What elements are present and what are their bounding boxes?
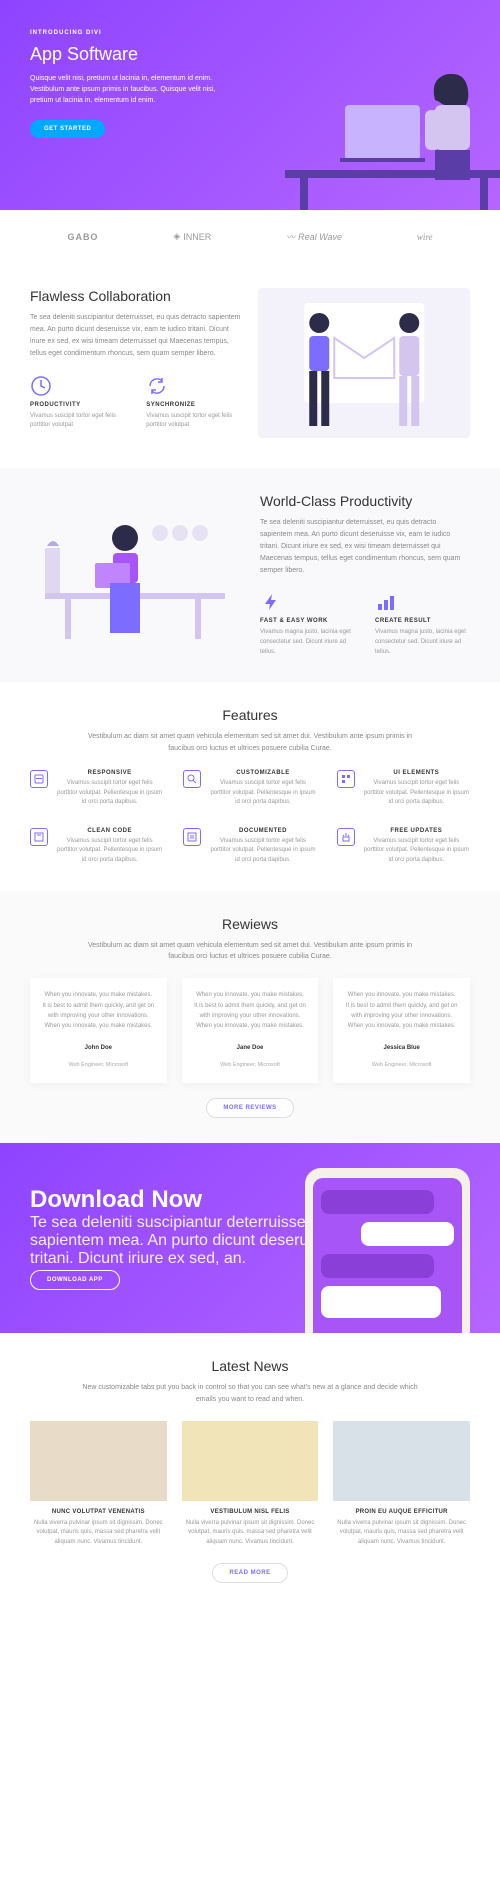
logos-row: GABO ◈ INNER 〰 Real Wave wire xyxy=(0,210,500,263)
chat-bubble xyxy=(321,1254,434,1278)
logo-realwave: 〰 Real Wave xyxy=(286,230,342,243)
review-name: John Doe xyxy=(42,1045,155,1051)
features-desc: Vestibulum ac diam sit amet quam vehicul… xyxy=(80,731,420,755)
feature-item: DOCUMENTED Vivamus suscipit tortor eget f… xyxy=(183,828,316,866)
news-item-body: Nulla viverra pulvinar ipsum sit digniss… xyxy=(182,1519,319,1548)
more-reviews-button[interactable]: MORE REVIEWS xyxy=(206,1098,293,1118)
reviews-section: Rewiews Vestibulum ac diam sit amet quam… xyxy=(0,891,500,1144)
logo-gabo: GABO xyxy=(67,232,98,242)
news-image xyxy=(333,1421,470,1501)
news-item-body: Nulla viverra pulvinar ipsum sit digniss… xyxy=(333,1519,470,1548)
feature-item: CUSTOMIZABLE Vivamus suscipit tortor eget… xyxy=(183,770,316,808)
feature-body: Vivamus suscipit tortor eget felis portt… xyxy=(363,837,470,866)
get-started-button[interactable]: GET STARTED xyxy=(30,120,105,138)
review-card: When you innovate, you make mistakes. It… xyxy=(333,978,470,1083)
feature-item: FREE UPDATES Vivamus suscipit tortor eget… xyxy=(337,828,470,866)
feature-body: Vivamus suscipit tortor eget felis portt… xyxy=(363,779,470,808)
news-item-title: VESTIBULUM NISL FELIS xyxy=(182,1509,319,1515)
feature-item: UI ELEMENTS Vivamus suscipit tortor eget … xyxy=(337,770,470,808)
reviews-desc: Vestibulum ac diam sit amet quam vehicul… xyxy=(80,940,420,964)
features-title: Features xyxy=(30,707,470,723)
chat-bubble xyxy=(321,1286,441,1318)
feature-icon xyxy=(30,828,48,846)
review-role: Web Engineer, Microsoft xyxy=(372,1062,432,1068)
collab-feature-productivity: PRODUCTIVITY Vivamus suscipit tortor ege… xyxy=(30,375,126,431)
news-card[interactable]: VESTIBULUM NISL FELIS Nulla viverra pulvi… xyxy=(182,1421,319,1548)
review-body: When you innovate, you make mistakes. It… xyxy=(345,990,458,1031)
news-image xyxy=(30,1421,167,1501)
productivity-icon xyxy=(30,375,52,397)
prod-title: World-Class Productivity xyxy=(260,493,470,509)
collab-title: Flawless Collaboration xyxy=(30,288,243,304)
review-body: When you innovate, you make mistakes. It… xyxy=(42,990,155,1031)
review-body: When you innovate, you make mistakes. It… xyxy=(194,990,307,1031)
feature-icon xyxy=(337,828,355,846)
feature-title: CLEAN CODE xyxy=(56,828,163,834)
phone-mockup xyxy=(305,1168,470,1333)
review-role: Web Engineer, Microsoft xyxy=(220,1062,280,1068)
productivity-illustration xyxy=(30,498,240,648)
prod-desc: Te sea deleniti suscipiantur deterruisse… xyxy=(260,517,470,576)
synchronize-icon xyxy=(146,375,168,397)
chat-bubble xyxy=(321,1190,434,1214)
feature-body: Vivamus suscipit tortor eget felis portt… xyxy=(209,837,316,866)
prod-feature-fast: FAST & EASY WORK Vivamus magna justo, la… xyxy=(260,591,355,657)
feature-icon xyxy=(337,770,355,788)
collaboration-section: Flawless Collaboration Te sea deleniti s… xyxy=(0,263,500,468)
download-app-button[interactable]: DOWNLOAD APP xyxy=(30,1270,120,1290)
news-section: Latest News New customizable tabs put yo… xyxy=(0,1333,500,1608)
download-section: Download Now Te sea deleniti suscipiantu… xyxy=(0,1143,500,1333)
prod-feature-result: CREATE RESULT Vivamus magna justo, lacin… xyxy=(375,591,470,657)
reviews-title: Rewiews xyxy=(30,916,470,932)
read-more-button[interactable]: READ MORE xyxy=(212,1563,287,1583)
news-desc: New customizable tabs put you back in co… xyxy=(80,1382,420,1406)
chat-bubble xyxy=(361,1222,454,1246)
collab-feature-synchronize: SYNCHRONIZE Vivamus suscipit tortor eget… xyxy=(146,375,242,431)
news-image xyxy=(182,1421,319,1501)
review-name: Jessica Blue xyxy=(345,1045,458,1051)
feature-body: Vivamus suscipit tortor eget felis portt… xyxy=(56,837,163,866)
feature-title: FREE UPDATES xyxy=(363,828,470,834)
feature-title: UI ELEMENTS xyxy=(363,770,470,776)
review-card: When you innovate, you make mistakes. It… xyxy=(30,978,167,1083)
collab-illustration xyxy=(258,288,471,438)
review-name: Jane Doe xyxy=(194,1045,307,1051)
feature-title: DOCUMENTED xyxy=(209,828,316,834)
review-card: When you innovate, you make mistakes. It… xyxy=(182,978,319,1083)
logo-inner: ◈ INNER xyxy=(173,231,211,242)
feature-title: CUSTOMIZABLE xyxy=(209,770,316,776)
features-section: Features Vestibulum ac diam sit amet qua… xyxy=(0,682,500,890)
collab-desc: Te sea deleniti suscipiantur deterruisse… xyxy=(30,312,243,360)
productivity-section: World-Class Productivity Te sea deleniti… xyxy=(0,468,500,682)
news-card[interactable]: PROIN EU AUQUE EFFICITUR Nulla viverra pu… xyxy=(333,1421,470,1548)
feature-item: RESPONSIVE Vivamus suscipit tortor eget f… xyxy=(30,770,163,808)
feature-title: RESPONSIVE xyxy=(56,770,163,776)
feature-icon xyxy=(30,770,48,788)
feature-icon xyxy=(183,770,201,788)
logo-wire: wire xyxy=(417,232,433,242)
chart-icon xyxy=(375,591,397,613)
feature-item: CLEAN CODE Vivamus suscipit tortor eget f… xyxy=(30,828,163,866)
hero-body: Quisque velit nisi, pretium ut lacinia i… xyxy=(30,73,240,107)
news-item-title: PROIN EU AUQUE EFFICITUR xyxy=(333,1509,470,1515)
feature-icon xyxy=(183,828,201,846)
news-card[interactable]: NUNC VOLUTPAT VENENATIS Nulla viverra pul… xyxy=(30,1421,167,1548)
hero-section: INTRODUCING DIVI App Software Quisque ve… xyxy=(0,0,500,210)
news-item-body: Nulla viverra pulvinar ipsum sit digniss… xyxy=(30,1519,167,1548)
review-role: Web Engineer, Microsoft xyxy=(68,1062,128,1068)
news-item-title: NUNC VOLUTPAT VENENATIS xyxy=(30,1509,167,1515)
news-title: Latest News xyxy=(30,1358,470,1374)
feature-body: Vivamus suscipit tortor eget felis portt… xyxy=(56,779,163,808)
hero-kicker: INTRODUCING DIVI xyxy=(30,30,470,36)
hero-illustration xyxy=(280,50,500,210)
feature-body: Vivamus suscipit tortor eget felis portt… xyxy=(209,779,316,808)
lightning-icon xyxy=(260,591,282,613)
